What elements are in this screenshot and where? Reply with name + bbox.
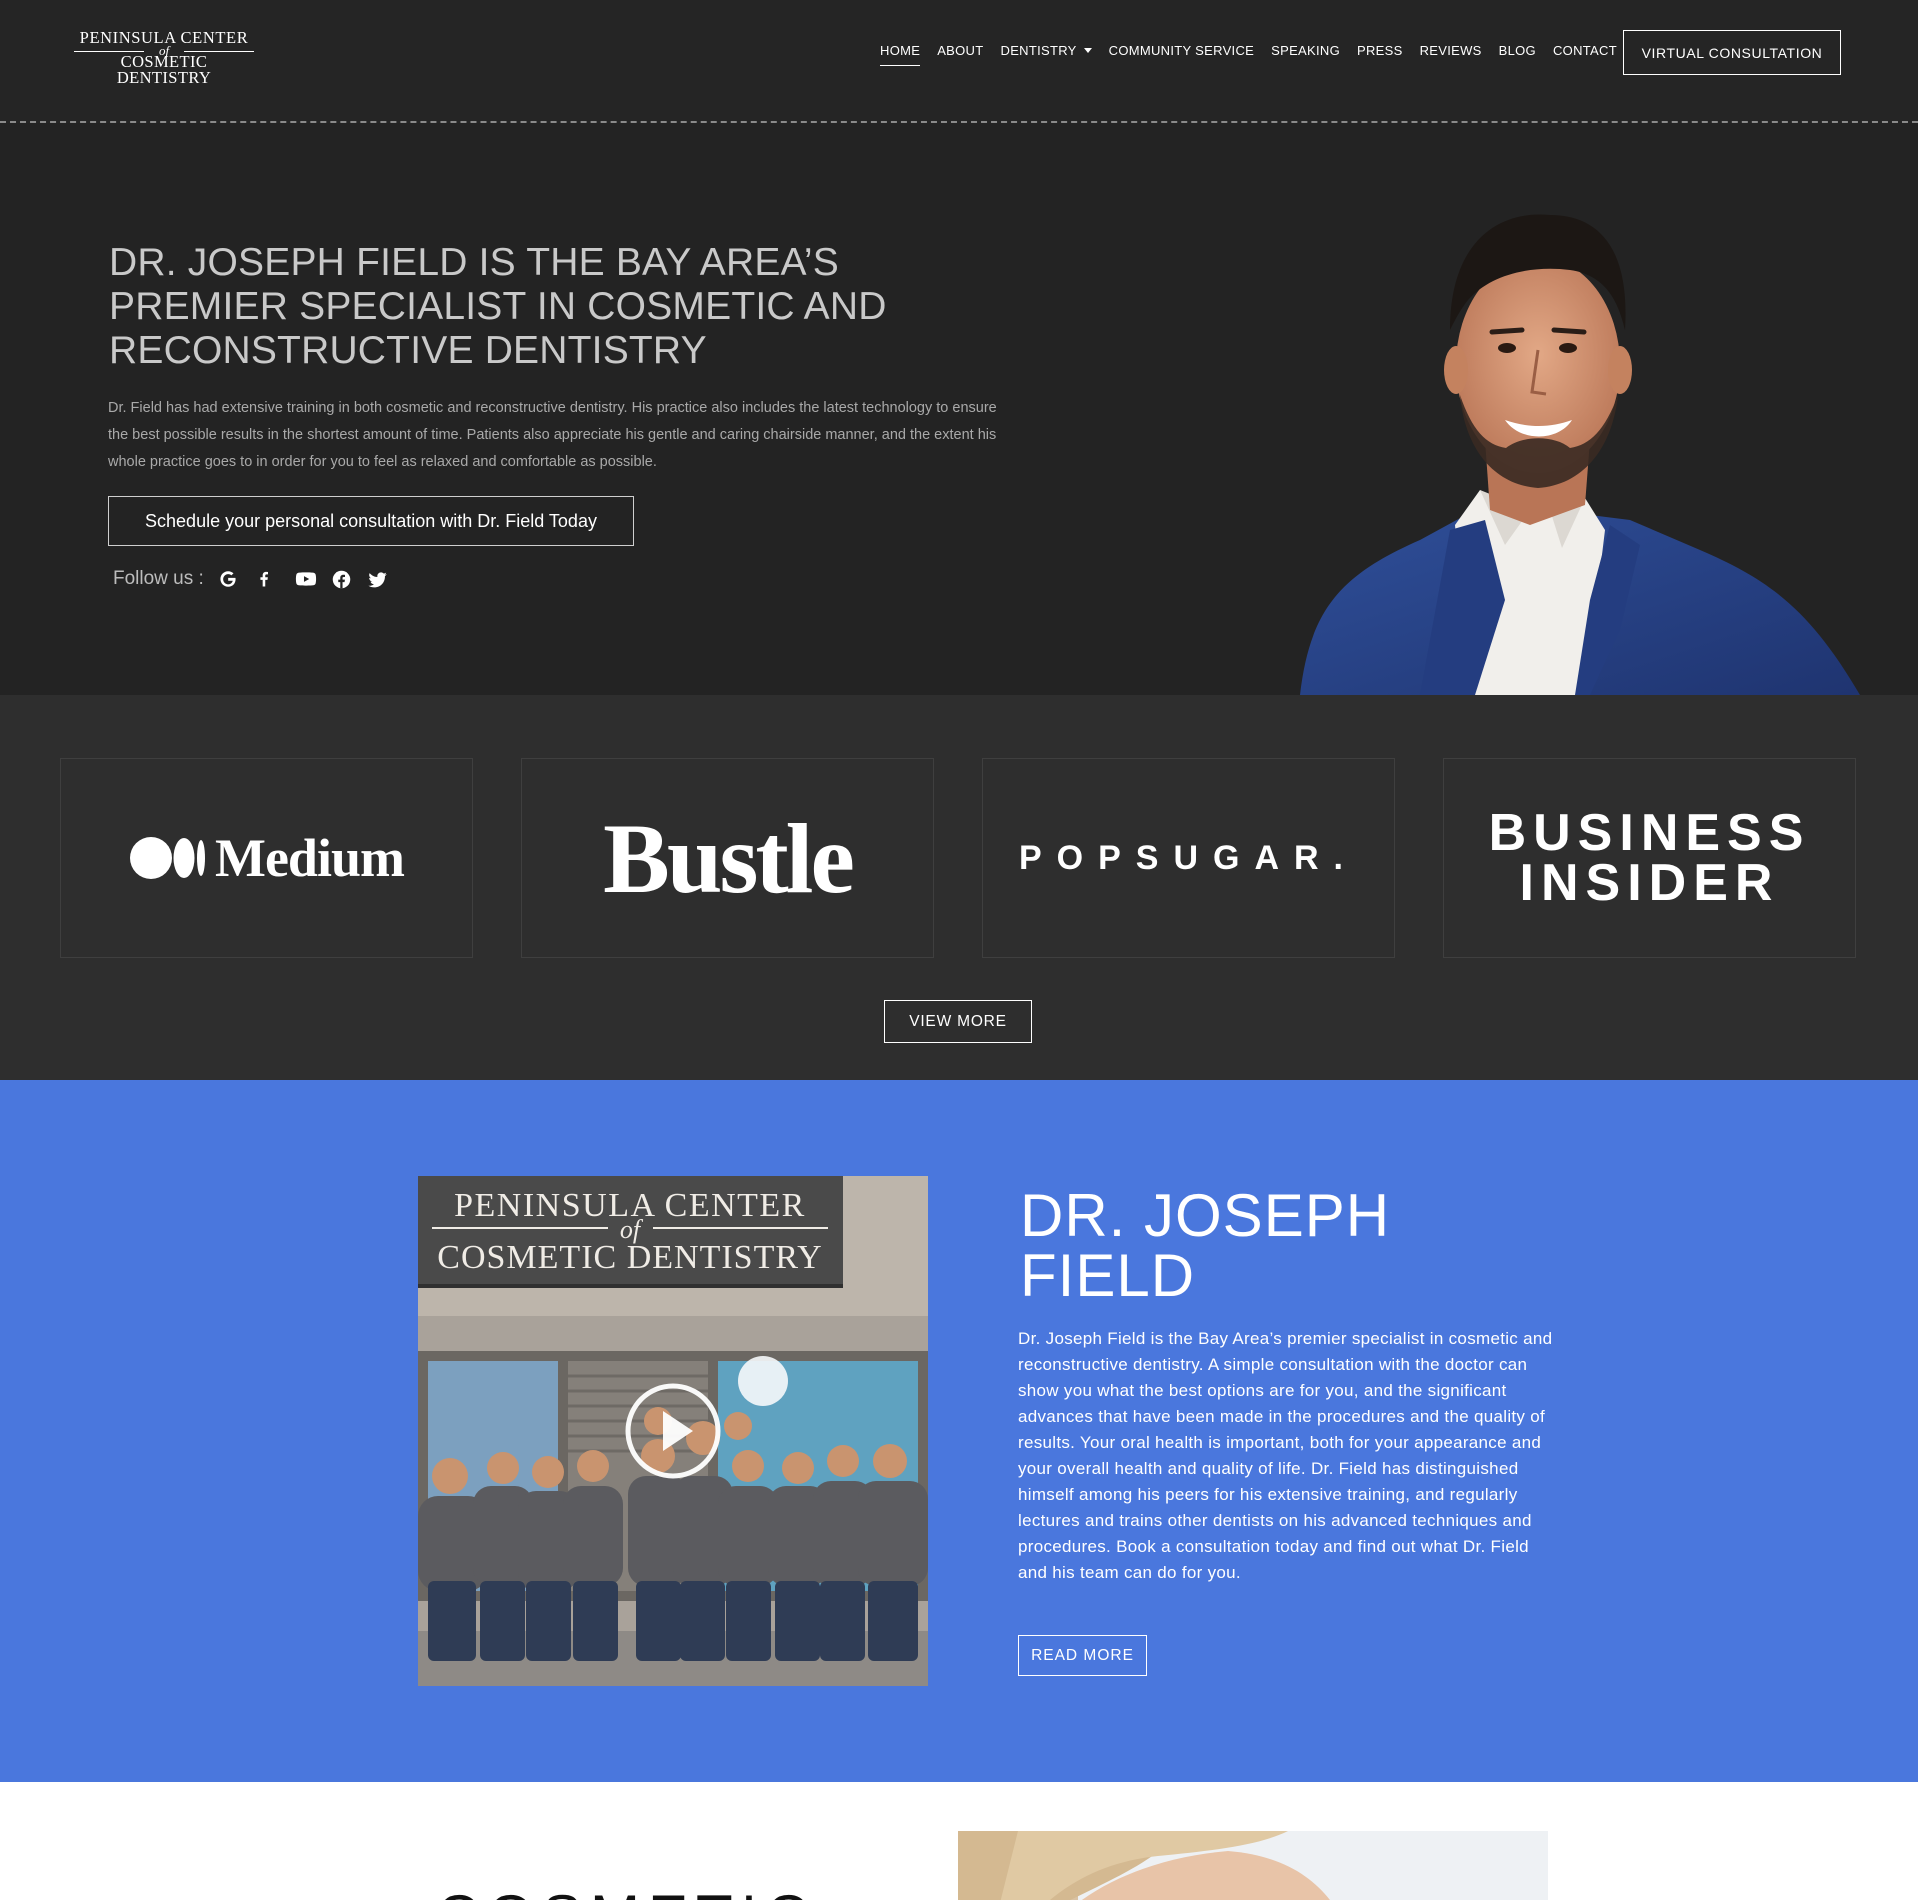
read-more-button[interactable]: READ MORE — [1018, 1635, 1147, 1676]
nav-dentistry-label: DENTISTRY — [1000, 43, 1077, 58]
sign-line-3: COSMETIC DENTISTRY — [437, 1239, 822, 1276]
google-icon[interactable] — [216, 567, 240, 591]
team-video-thumbnail[interactable]: PENINSULA CENTER of COSMETIC DENTISTRY — [418, 1176, 928, 1686]
about-text: Dr. Joseph Field is the Bay Area’s premi… — [1018, 1329, 1553, 1582]
medium-mark-icon — [130, 837, 205, 879]
medium-logo: Medium — [129, 827, 405, 889]
facebook-circle-icon[interactable] — [330, 567, 354, 591]
main-nav: HOME ABOUT DENTISTRY COMMUNITY SERVICE S… — [880, 43, 1617, 66]
cosmetic-section: COSMETIC — [0, 1782, 1918, 1900]
press-card-business-insider[interactable]: BUSINESS INSIDER — [1443, 758, 1856, 958]
twitter-icon[interactable] — [366, 567, 390, 591]
facebook-icon[interactable] — [252, 567, 276, 591]
press-card-bustle[interactable]: Bustle — [521, 758, 934, 958]
hero-text: Dr. Field has had extensive training in … — [108, 400, 997, 470]
bi-line-2: INSIDER — [1519, 854, 1780, 912]
medium-wordmark: Medium — [215, 828, 405, 888]
press-section: Medium Bustle POPSUGAR. BUSINESS INSIDER… — [0, 695, 1918, 1080]
view-more-button[interactable]: VIEW MORE — [884, 1000, 1032, 1043]
site-logo[interactable]: PENINSULA CENTER of COSMETIC DENTISTRY — [74, 29, 254, 87]
nav-speaking[interactable]: SPEAKING — [1271, 43, 1340, 66]
site-header: PENINSULA CENTER of COSMETIC DENTISTRY H… — [0, 0, 1918, 123]
about-section: PENINSULA CENTER of COSMETIC DENTISTRY D… — [0, 1080, 1918, 1782]
play-icon[interactable] — [623, 1381, 723, 1481]
hero-section: DR. JOSEPH FIELD IS THE BAY AREA’S PREMI… — [0, 123, 1918, 695]
popsugar-wordmark: POPSUGAR. — [1018, 838, 1359, 877]
follow-label: Follow us : — [113, 568, 204, 589]
cosmetic-heading: COSMETIC — [436, 1882, 817, 1900]
nav-community-service[interactable]: COMMUNITY SERVICE — [1109, 43, 1254, 66]
press-card-medium[interactable]: Medium — [60, 758, 473, 958]
woman-portrait-image — [958, 1831, 1548, 1900]
hero-title: DR. JOSEPH FIELD IS THE BAY AREA’S PREMI… — [109, 241, 887, 372]
logo-line-3: COSMETIC DENTISTRY — [116, 51, 212, 87]
youtube-icon[interactable] — [294, 567, 318, 591]
bustle-wordmark: Bustle — [603, 802, 855, 914]
nav-reviews[interactable]: REVIEWS — [1420, 43, 1482, 66]
doctor-portrait-image — [1300, 214, 1860, 695]
business-insider-wordmark: BUSINESS INSIDER — [1488, 804, 1811, 912]
nav-blog[interactable]: BLOG — [1499, 43, 1536, 66]
nav-home[interactable]: HOME — [880, 43, 921, 66]
logo-line-2: of — [74, 44, 254, 57]
about-title: DR. JOSEPH FIELD — [1020, 1186, 1390, 1306]
virtual-consultation-button[interactable]: VIRTUAL CONSULTATION — [1623, 30, 1841, 75]
nav-contact[interactable]: CONTACT — [1553, 43, 1617, 66]
about-title-line-1: DR. JOSEPH — [1020, 1182, 1391, 1249]
social-follow: Follow us : — [113, 567, 390, 591]
nav-dentistry[interactable]: DENTISTRY — [1001, 43, 1092, 66]
chevron-down-icon — [1083, 48, 1092, 53]
press-card-popsugar[interactable]: POPSUGAR. — [982, 758, 1395, 958]
bi-line-1: BUSINESS — [1488, 804, 1811, 862]
nav-press[interactable]: PRESS — [1357, 43, 1403, 66]
about-title-line-2: FIELD — [1020, 1242, 1196, 1309]
nav-about[interactable]: ABOUT — [937, 43, 983, 66]
schedule-consultation-button[interactable]: Schedule your personal consultation with… — [108, 496, 634, 546]
